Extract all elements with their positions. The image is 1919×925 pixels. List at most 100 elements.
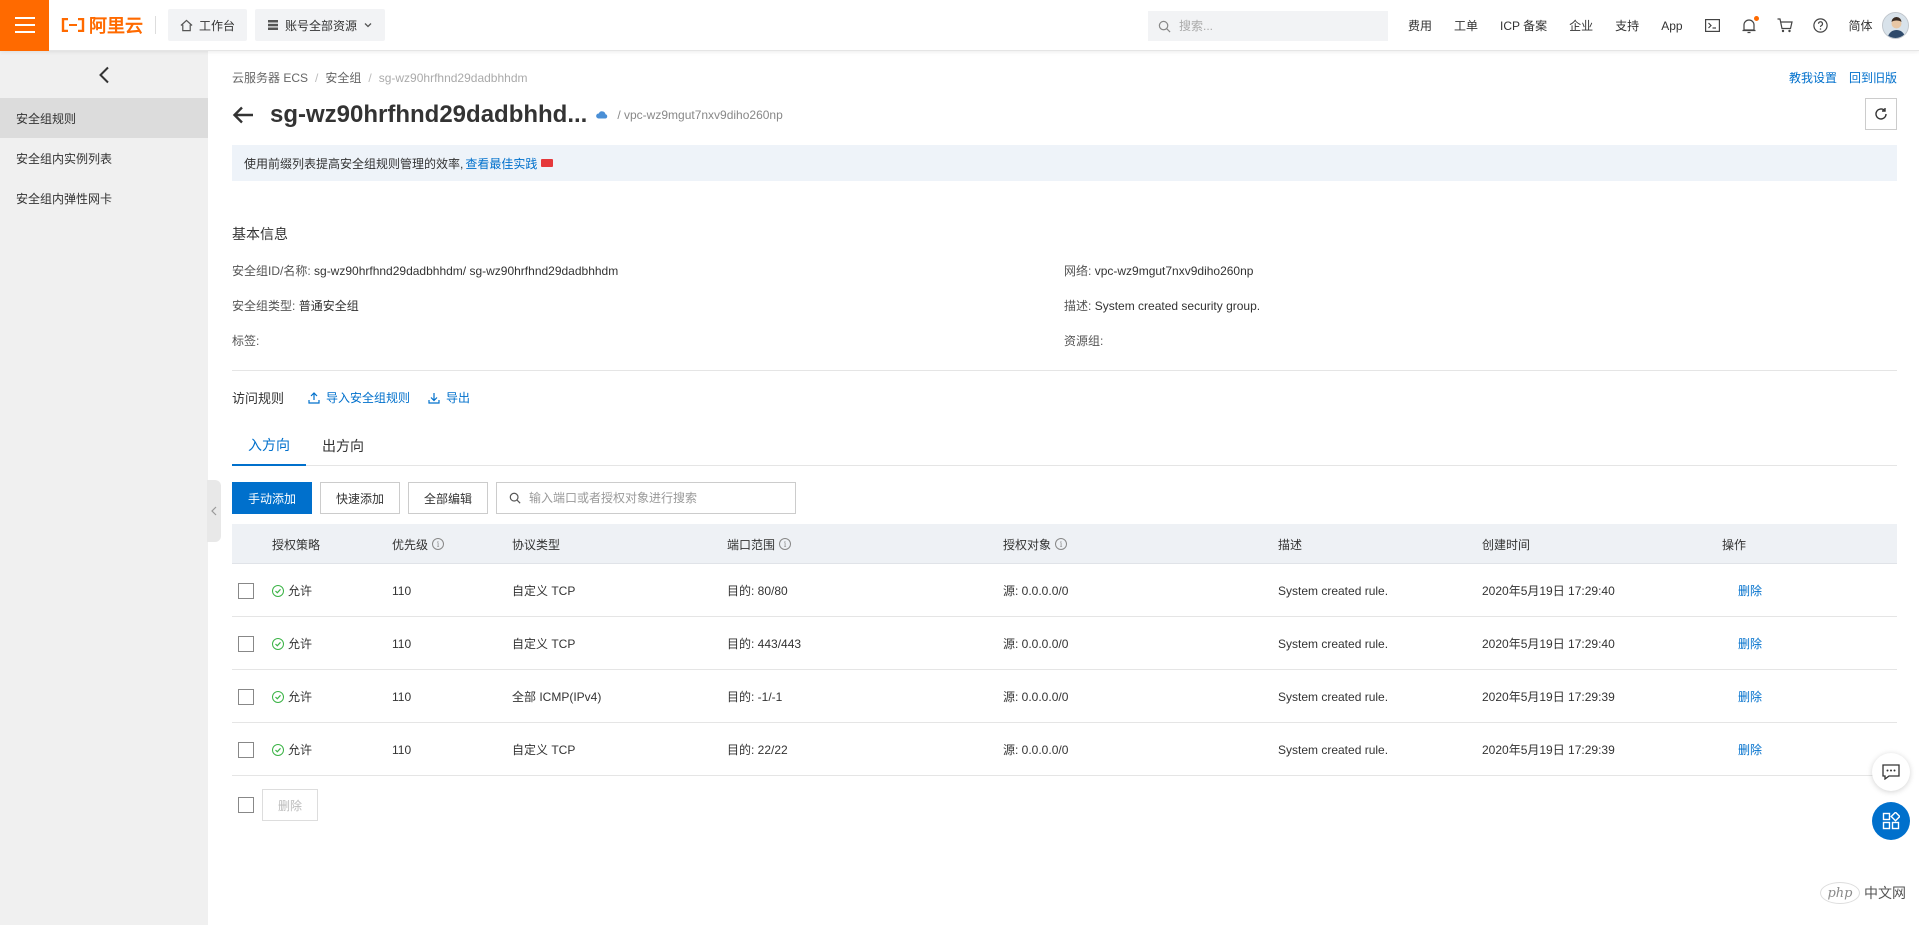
- created-time-cell: 2020年5月19日 17:29:40: [1482, 637, 1615, 651]
- table-header: 授权策略 优先级 i 协议类型 端口范围 i 授权对象 i 描述 创建时间 操作: [232, 524, 1897, 564]
- column-header-policy: 授权策略: [272, 537, 321, 552]
- cart-icon[interactable]: [1777, 18, 1793, 34]
- global-search-input[interactable]: [1179, 19, 1379, 33]
- enterprise-link[interactable]: 企业: [1569, 17, 1593, 34]
- sidebar-collapse-button[interactable]: [0, 51, 208, 98]
- sidebar-item-label: 安全组内实例列表: [16, 151, 113, 166]
- terminal-icon[interactable]: [1705, 18, 1721, 34]
- table-row: 允许 110 自定义 TCP 目的: 80/80 源: 0.0.0.0/0 Sy…: [232, 564, 1897, 617]
- rules-toolbar: 手动添加 快速添加 全部编辑: [232, 482, 797, 514]
- description-value: System created security group.: [1094, 299, 1261, 313]
- menu-toggle-button[interactable]: [0, 0, 49, 51]
- back-arrow-icon[interactable]: [232, 103, 256, 127]
- port-cell: 目的: 80/80: [727, 584, 788, 598]
- delete-rule-link[interactable]: 删除: [1738, 582, 1762, 599]
- row-checkbox[interactable]: [238, 582, 254, 599]
- export-label: 导出: [446, 391, 471, 405]
- delete-rule-link[interactable]: 删除: [1738, 688, 1762, 705]
- app-link[interactable]: App: [1661, 19, 1682, 33]
- export-button[interactable]: 导出: [428, 389, 470, 406]
- delete-rule-link[interactable]: 删除: [1738, 741, 1762, 758]
- tab-inbound[interactable]: 入方向: [232, 426, 306, 466]
- billing-link[interactable]: 费用: [1408, 17, 1432, 34]
- breadcrumb-security-group[interactable]: 安全组: [325, 69, 361, 86]
- rules-search[interactable]: [496, 482, 797, 514]
- workbench-button[interactable]: 工作台: [168, 9, 248, 41]
- policy-cell: 允许: [272, 670, 312, 723]
- check-circle-icon: [272, 637, 284, 650]
- description-cell: System created rule.: [1278, 583, 1389, 598]
- ticket-link[interactable]: 工单: [1454, 17, 1478, 34]
- old-version-link[interactable]: 回到旧版: [1849, 69, 1897, 86]
- delete-rule-link[interactable]: 删除: [1738, 635, 1762, 652]
- port-cell: 目的: -1/-1: [727, 690, 783, 704]
- breadcrumb-ecs[interactable]: 云服务器 ECS: [232, 69, 308, 86]
- help-icon[interactable]: [1813, 18, 1829, 34]
- quick-access-button[interactable]: [1872, 802, 1910, 840]
- support-link[interactable]: 支持: [1615, 17, 1639, 34]
- sg-type-row: 安全组类型: 普通安全组: [232, 297, 359, 314]
- quick-add-button[interactable]: 快速添加: [320, 482, 401, 514]
- priority-cell: 110: [392, 636, 412, 651]
- network-value[interactable]: vpc-wz9mgut7nxv9diho260np: [1095, 264, 1254, 278]
- port-cell: 目的: 443/443: [727, 637, 802, 651]
- sidebar: 安全组规则 安全组内实例列表 安全组内弹性网卡: [0, 51, 208, 925]
- sg-type-value: 普通安全组: [298, 299, 359, 313]
- tip-text: 使用前缀列表提高安全组规则管理的效率,: [244, 156, 464, 171]
- rules-search-input[interactable]: [529, 491, 790, 505]
- sidebar-item-security-group-rules[interactable]: 安全组规则: [0, 98, 208, 138]
- language-switch[interactable]: 简体: [1849, 17, 1873, 34]
- description-cell: System created rule.: [1278, 742, 1389, 757]
- info-icon[interactable]: i: [1055, 538, 1068, 550]
- table-row: 允许 110 全部 ICMP(IPv4) 目的: -1/-1 源: 0.0.0.…: [232, 670, 1897, 723]
- info-icon[interactable]: i: [432, 538, 445, 550]
- bell-icon[interactable]: [1741, 15, 1759, 34]
- sidebar-drag-handle[interactable]: [207, 480, 221, 542]
- best-practice-link[interactable]: 查看最佳实践: [465, 155, 537, 172]
- column-header-priority: 优先级 i: [392, 524, 445, 564]
- icp-link[interactable]: ICP 备案: [1500, 17, 1547, 34]
- bulk-delete-button[interactable]: 删除: [262, 789, 319, 821]
- teach-me-link[interactable]: 教我设置: [1789, 69, 1837, 86]
- workbench-label: 工作台: [199, 18, 236, 33]
- tab-outbound[interactable]: 出方向: [306, 426, 380, 466]
- chevron-left-icon: [99, 66, 109, 83]
- column-header-action: 操作: [1722, 537, 1747, 552]
- aliyun-logo[interactable]: 阿里云: [61, 12, 143, 38]
- import-rules-label: 导入安全组规则: [326, 391, 411, 405]
- site-watermark: php 中文网: [1820, 882, 1906, 904]
- protocol-cell: 自定义 TCP: [512, 637, 576, 651]
- section-divider: [232, 370, 1897, 371]
- row-checkbox[interactable]: [238, 635, 254, 652]
- hamburger-icon: [14, 17, 35, 33]
- vpc-id[interactable]: / vpc-wz9mgut7nxv9diho260np: [617, 108, 782, 122]
- resource-group-row: 资源组:: [1064, 332, 1103, 349]
- sidebar-item-instance-list[interactable]: 安全组内实例列表: [0, 138, 208, 178]
- edit-all-button[interactable]: 全部编辑: [408, 482, 489, 514]
- row-checkbox[interactable]: [238, 688, 254, 705]
- tip-banner: 使用前缀列表提高安全组规则管理的效率, 查看最佳实践: [232, 145, 1897, 181]
- protocol-cell: 自定义 TCP: [512, 743, 576, 757]
- breadcrumb-separator: /: [368, 70, 372, 85]
- import-rules-button[interactable]: 导入安全组规则: [308, 389, 410, 406]
- access-rules-header: 访问规则 导入安全组规则 导出: [232, 388, 488, 407]
- priority-cell: 110: [392, 583, 412, 598]
- resource-selector[interactable]: 账号全部资源: [255, 9, 386, 41]
- global-search[interactable]: [1148, 11, 1388, 41]
- info-icon[interactable]: i: [779, 538, 792, 550]
- refresh-button[interactable]: [1865, 98, 1897, 130]
- select-all-checkbox[interactable]: [238, 797, 254, 813]
- resource-selector-label: 账号全部资源: [285, 18, 358, 33]
- search-icon: [509, 492, 521, 504]
- avatar[interactable]: [1882, 12, 1909, 39]
- column-header-source: 授权对象 i: [1003, 524, 1068, 564]
- logo-divider: [155, 16, 156, 34]
- manual-add-button[interactable]: 手动添加: [232, 482, 313, 514]
- page-help-links: 教我设置 回到旧版: [1789, 69, 1897, 86]
- network-row: 网络: vpc-wz9mgut7nxv9diho260np: [1064, 262, 1253, 279]
- breadcrumb: 云服务器 ECS / 安全组 / sg-wz90hrfhnd29dadbhhdm: [232, 69, 528, 86]
- feedback-button[interactable]: [1872, 753, 1910, 791]
- user-avatar-icon: [1883, 13, 1908, 38]
- row-checkbox[interactable]: [238, 741, 254, 758]
- sidebar-item-elastic-nic[interactable]: 安全组内弹性网卡: [0, 178, 208, 218]
